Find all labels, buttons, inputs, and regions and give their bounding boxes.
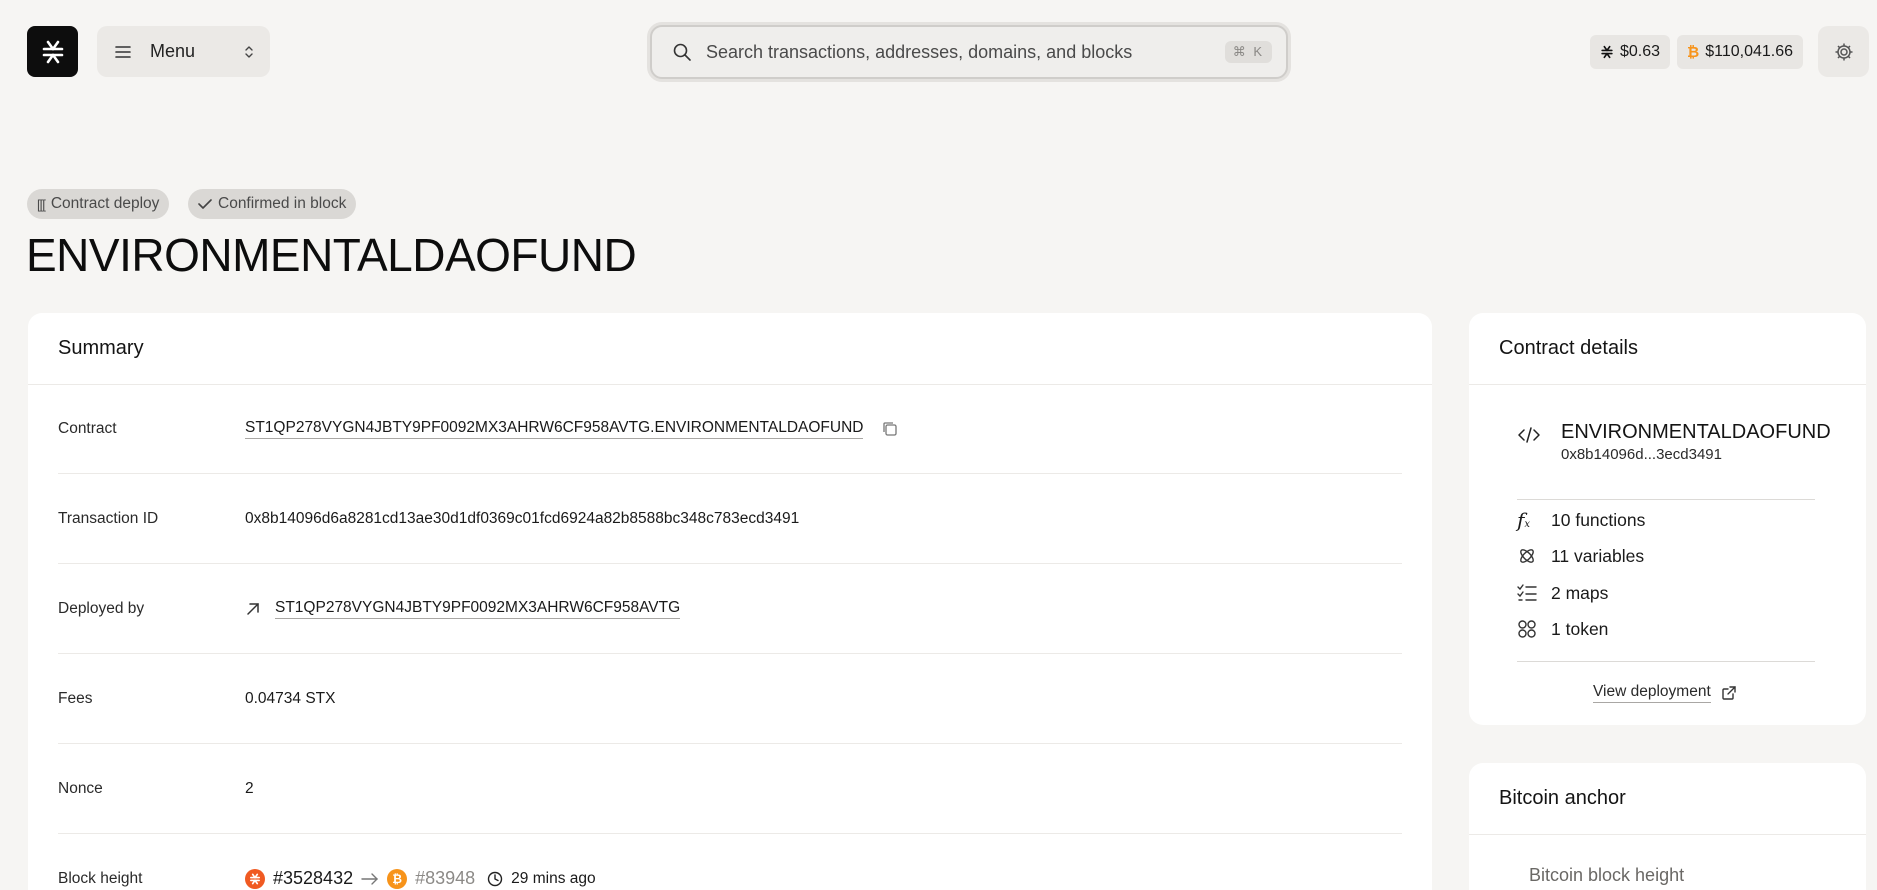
block-row: Block height #3528432 ₿ #83948 29 mins a… bbox=[58, 834, 1402, 890]
summary-card: Summary Contract ST1QP278VYGN4JBTY9PF009… bbox=[28, 313, 1432, 890]
search-input[interactable]: Search transactions, addresses, domains,… bbox=[706, 42, 1225, 63]
external-link-icon bbox=[1722, 686, 1736, 700]
code-icon bbox=[1518, 427, 1540, 443]
btc-price: $110,041.66 bbox=[1705, 43, 1794, 60]
contract-name: ENVIRONMENTALDAOFUND bbox=[1561, 421, 1831, 443]
tokens-stat: 1 token bbox=[1517, 616, 1608, 642]
contract-label: Contract bbox=[58, 419, 117, 437]
gear-icon bbox=[1835, 43, 1852, 60]
nonce-value: 2 bbox=[245, 779, 254, 797]
function-icon: fx bbox=[1517, 508, 1531, 532]
hamburger-icon bbox=[115, 45, 131, 58]
deployer-row: Deployed by ST1QP278VYGN4JBTY9PF0092MX3A… bbox=[58, 564, 1402, 654]
txid-label: Transaction ID bbox=[58, 509, 159, 527]
view-deployment-link[interactable]: View deployment bbox=[1593, 683, 1737, 703]
token-icon bbox=[1518, 620, 1536, 638]
menu-button[interactable]: Menu bbox=[97, 26, 270, 77]
fees-value: 0.04734 STX bbox=[245, 689, 336, 707]
deployer-link[interactable]: ST1QP278VYGN4JBTY9PF0092MX3AHRW6CF958AVT… bbox=[275, 599, 681, 619]
tx-type-badge: [[[ Contract deploy bbox=[27, 189, 170, 219]
view-deployment-label: View deployment bbox=[1593, 683, 1711, 703]
search-shortcut: ⌘ K bbox=[1224, 41, 1272, 63]
contract-link[interactable]: ST1QP278VYGN4JBTY9PF0092MX3AHRW6CF958AVT… bbox=[245, 419, 864, 439]
arrow-right-icon bbox=[361, 873, 379, 885]
btc-block-link[interactable]: #83948 bbox=[415, 868, 476, 890]
stacks-logo-icon bbox=[42, 40, 63, 63]
tx-status-badge: Confirmed in block bbox=[188, 189, 357, 219]
list-check-icon bbox=[1517, 584, 1537, 601]
block-time-ago: 29 mins ago bbox=[511, 870, 596, 887]
variables-stat: 11 variables bbox=[1517, 543, 1644, 569]
stx-price-badge[interactable]: $0.63 bbox=[1590, 35, 1671, 69]
stx-price: $0.63 bbox=[1620, 43, 1661, 60]
menu-label: Menu bbox=[150, 41, 196, 61]
txid-value: 0x8b14096d6a8281cd13ae30d1df0369c01fcd69… bbox=[245, 509, 800, 527]
tx-type-label: Contract deploy bbox=[50, 195, 160, 212]
copy-icon[interactable] bbox=[881, 420, 899, 438]
functions-count: 10 functions bbox=[1551, 509, 1646, 530]
maps-count: 2 maps bbox=[1551, 582, 1609, 603]
tokens-count: 1 token bbox=[1551, 618, 1609, 639]
stacks-icon bbox=[1601, 45, 1613, 59]
stacks-block-link[interactable]: #3528432 bbox=[273, 868, 354, 890]
txid-row: Transaction ID 0x8b14096d6a8281cd13ae30d… bbox=[58, 474, 1402, 564]
settings-button[interactable] bbox=[1818, 26, 1869, 77]
bitcoin-icon: ₿ bbox=[1687, 43, 1700, 61]
maps-stat: 2 maps bbox=[1517, 580, 1608, 606]
block-label: Block height bbox=[58, 870, 143, 887]
bitcoin-anchor-title: Bitcoin anchor bbox=[1469, 763, 1866, 835]
fees-row: Fees 0.04734 STX bbox=[58, 654, 1402, 744]
stacks-block-icon bbox=[245, 869, 265, 889]
btc-block-icon: ₿ bbox=[387, 869, 408, 889]
arrow-up-right-icon bbox=[247, 602, 259, 615]
contract-short-id: 0x8b14096d...3ecd3491 bbox=[1561, 446, 1722, 463]
functions-stat: fx 10 functions bbox=[1517, 507, 1645, 533]
clock-icon bbox=[487, 871, 503, 887]
tx-status-label: Confirmed in block bbox=[218, 195, 347, 212]
check-icon bbox=[198, 199, 212, 209]
contract-row: Contract ST1QP278VYGN4JBTY9PF0092MX3AHRW… bbox=[58, 384, 1402, 474]
contract-details-card: Contract details ENVIRONMENTALDAOFUND 0x… bbox=[1469, 313, 1866, 725]
variable-icon bbox=[1520, 549, 1534, 563]
deployer-label: Deployed by bbox=[58, 599, 145, 617]
nonce-label: Nonce bbox=[58, 779, 103, 797]
contract-brackets-icon: [[[ bbox=[37, 196, 46, 212]
fees-label: Fees bbox=[58, 689, 93, 707]
search-bar[interactable]: Search transactions, addresses, domains,… bbox=[650, 25, 1288, 79]
page-title: ENVIRONMENTALDAOFUND bbox=[26, 229, 637, 281]
summary-title: Summary bbox=[28, 313, 1432, 385]
btc-price-badge[interactable]: ₿ $110,041.66 bbox=[1677, 35, 1804, 69]
divider bbox=[1517, 661, 1815, 662]
contract-details-title: Contract details bbox=[1469, 313, 1866, 385]
bitcoin-anchor-card: Bitcoin anchor Bitcoin block height bbox=[1469, 763, 1866, 890]
variables-count: 11 variables bbox=[1551, 545, 1645, 566]
search-icon bbox=[673, 43, 691, 61]
stacks-logo[interactable] bbox=[27, 26, 78, 77]
chevron-updown-icon bbox=[245, 45, 253, 58]
nonce-row: Nonce 2 bbox=[58, 744, 1402, 834]
bitcoin-block-height-label: Bitcoin block height bbox=[1529, 865, 1685, 885]
